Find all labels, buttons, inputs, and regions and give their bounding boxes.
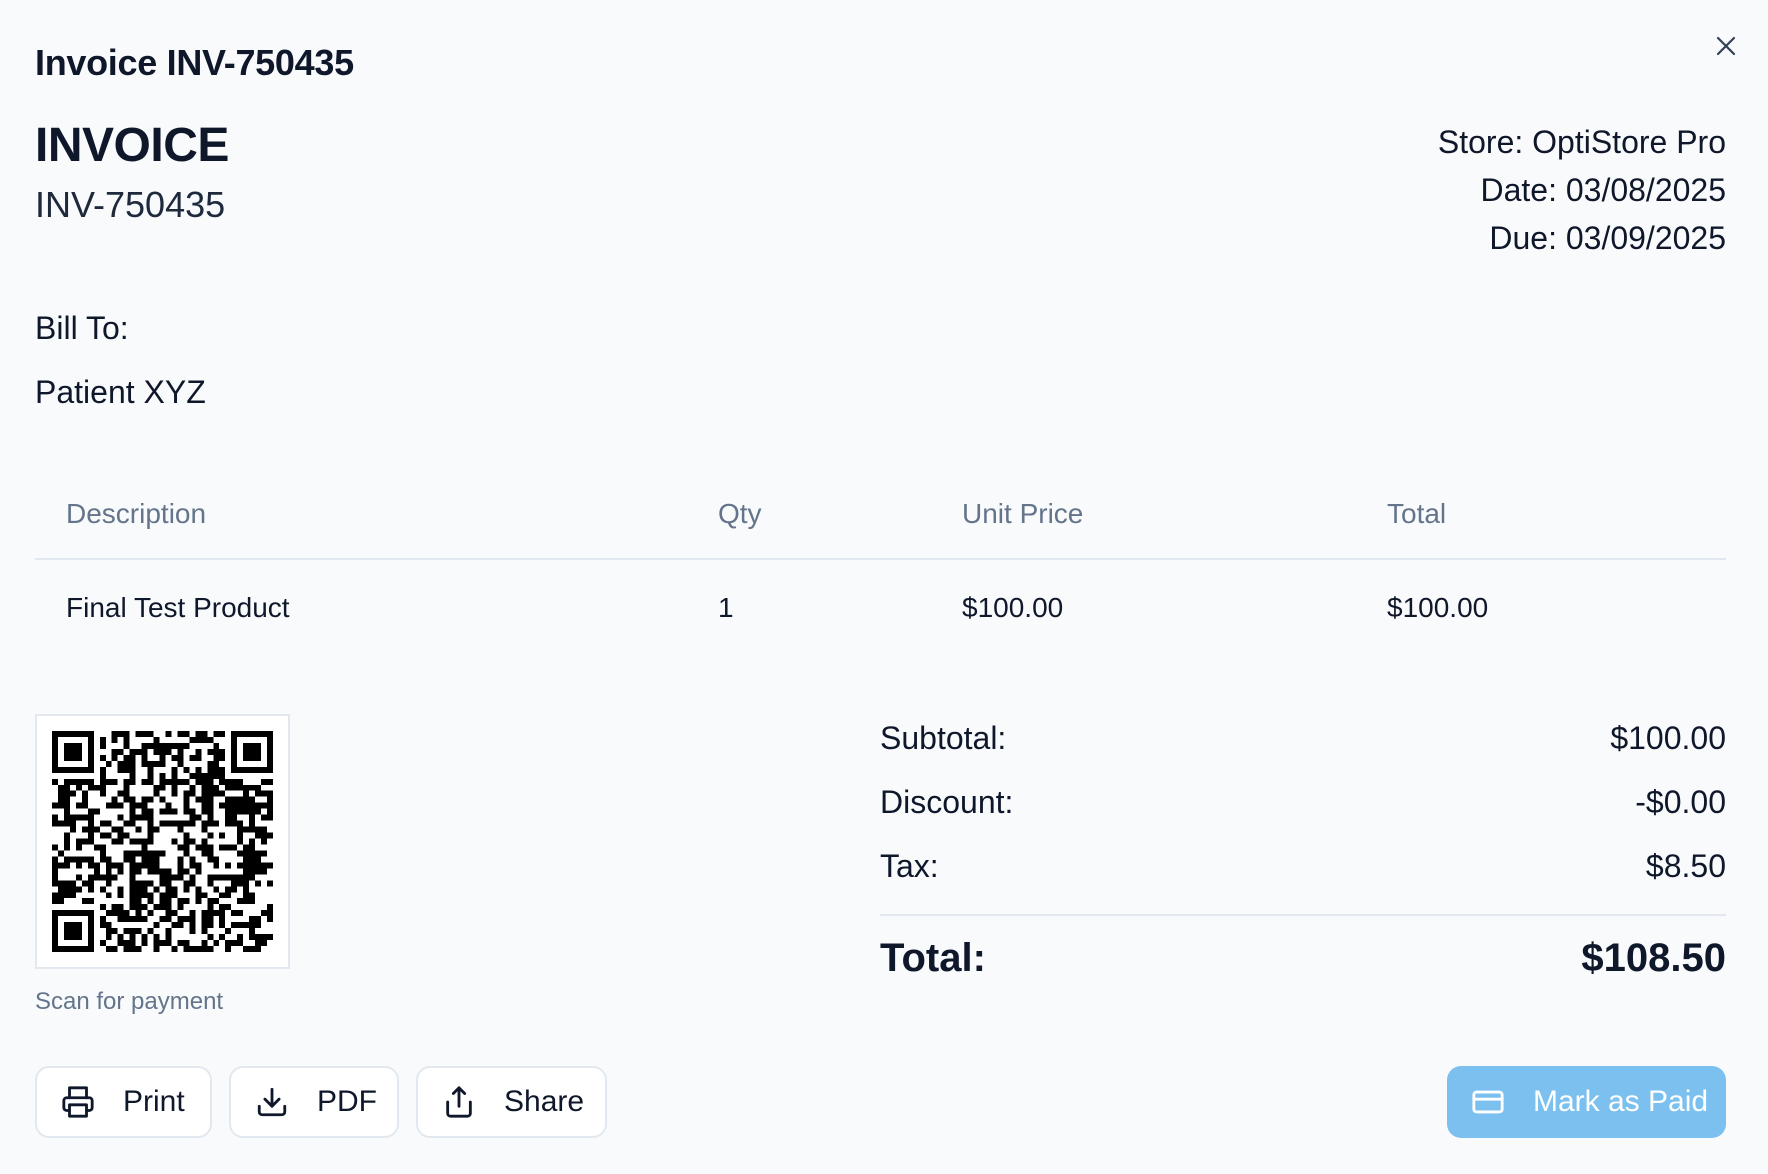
grand-total-value: $108.50 xyxy=(1581,936,1726,980)
line-items-table: Description Qty Unit Price Total Final T… xyxy=(35,480,1726,660)
invoice-number: INV-750435 xyxy=(35,184,226,225)
cell-total: $100.00 xyxy=(1387,592,1489,623)
column-header-qty: Qty xyxy=(718,498,762,529)
share-button[interactable]: Share xyxy=(416,1066,607,1138)
discount-value: -$0.00 xyxy=(1635,784,1726,820)
share-button-label: Share xyxy=(504,1085,585,1118)
close-button[interactable] xyxy=(1710,30,1742,62)
subtotal-row: Subtotal: $100.00 xyxy=(880,712,1726,776)
credit-card-icon xyxy=(1472,1090,1504,1114)
grand-total-label: Total: xyxy=(880,936,986,980)
pdf-button[interactable]: PDF xyxy=(229,1066,399,1138)
store-name: Store: OptiStore Pro xyxy=(1437,124,1726,160)
tax-value: $8.50 xyxy=(1645,848,1726,884)
mark-as-paid-label: Mark as Paid xyxy=(1533,1085,1709,1118)
bill-to-label: Bill To: xyxy=(35,310,129,346)
print-button-label: Print xyxy=(123,1085,185,1118)
invoice-date: Date: 03/08/2025 xyxy=(1480,172,1726,208)
download-icon xyxy=(257,1087,287,1117)
grand-total-row: Total: $108.50 xyxy=(880,916,1726,1006)
subtotal-label: Subtotal: xyxy=(880,720,1007,756)
store-info: Store: OptiStore Pro Date: 03/08/2025 Du… xyxy=(1438,118,1726,262)
qr-code-icon xyxy=(52,731,273,952)
column-header-total: Total xyxy=(1387,498,1447,529)
column-header-description: Description xyxy=(66,498,207,529)
printer-icon xyxy=(62,1086,94,1118)
invoice-dialog: Invoice INV-750435 INVOICE INV-750435 St… xyxy=(0,0,1768,1174)
tax-row: Tax: $8.50 xyxy=(880,840,1726,904)
discount-row: Discount: -$0.00 xyxy=(880,776,1726,840)
totals-summary: Subtotal: $100.00 Discount: -$0.00 Tax: … xyxy=(880,712,1726,1006)
dialog-title: Invoice INV-750435 xyxy=(35,42,354,83)
cell-qty: 1 xyxy=(718,592,734,623)
share-icon xyxy=(446,1086,472,1118)
table-row: Final Test Product 1 $100.00 $100.00 xyxy=(35,560,1726,660)
payment-qr-code xyxy=(35,714,290,969)
qr-caption: Scan for payment xyxy=(35,988,224,1015)
pdf-button-label: PDF xyxy=(317,1085,377,1118)
table-header: Description Qty Unit Price Total xyxy=(35,480,1726,560)
print-button[interactable]: Print xyxy=(35,1066,212,1138)
cell-unit-price: $100.00 xyxy=(962,592,1064,623)
invoice-heading: INVOICE xyxy=(35,119,229,172)
mark-as-paid-button[interactable]: Mark as Paid xyxy=(1447,1066,1726,1138)
close-icon xyxy=(1716,36,1736,56)
cell-description: Final Test Product xyxy=(66,592,290,623)
column-header-unit-price: Unit Price xyxy=(962,498,1084,529)
discount-label: Discount: xyxy=(880,784,1014,820)
tax-label: Tax: xyxy=(880,848,939,884)
invoice-due-date: Due: 03/09/2025 xyxy=(1489,220,1726,256)
bill-to-name: Patient XYZ xyxy=(35,374,206,410)
subtotal-value: $100.00 xyxy=(1610,720,1726,756)
